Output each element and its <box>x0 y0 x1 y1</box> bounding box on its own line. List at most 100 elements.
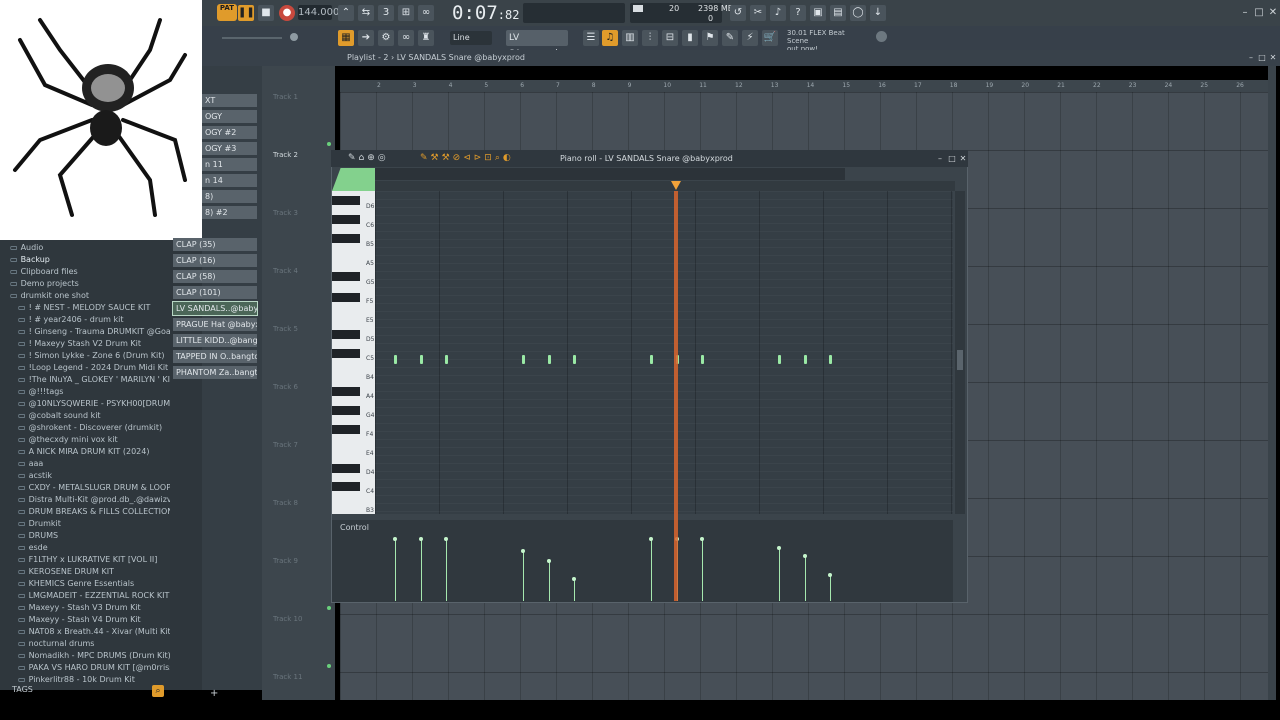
channel-button[interactable]: OGY #3 <box>202 142 257 155</box>
close-icon[interactable]: ✕ <box>1268 8 1278 18</box>
browser-subfolder[interactable]: ▭ Maxeyy - Stash V3 Drum Kit <box>18 602 141 614</box>
track-mute-led[interactable] <box>327 664 331 668</box>
black-key[interactable] <box>332 196 360 205</box>
download-icon[interactable]: ↓ <box>870 5 886 21</box>
velocity-bar[interactable] <box>702 539 704 601</box>
tags-label[interactable]: TAGS <box>12 685 33 694</box>
black-key[interactable] <box>332 406 360 415</box>
browser-subfolder[interactable]: ▭ DRUM BREAKS & FILLS COLLECTION <box>18 506 173 518</box>
touch-keyboard-icon[interactable]: ✎ <box>722 30 738 46</box>
midi-note[interactable] <box>522 355 526 364</box>
plugin-database-icon[interactable]: ⚑ <box>702 30 718 46</box>
countdown-icon[interactable]: 3 <box>378 5 394 21</box>
track-label[interactable]: Track 6 <box>273 383 298 391</box>
velocity-bar[interactable] <box>804 556 806 601</box>
velocity-bar[interactable] <box>574 579 576 601</box>
midi-note[interactable] <box>573 355 577 364</box>
track-label[interactable]: Track 3 <box>273 209 298 217</box>
black-key[interactable] <box>332 349 360 358</box>
track-label[interactable]: Track 11 <box>273 673 302 681</box>
browser-folder[interactable]: ▭ drumkit one shot <box>10 290 89 302</box>
track-label[interactable]: Track 5 <box>273 325 298 333</box>
velocity-bar[interactable] <box>523 551 525 601</box>
cut-icon[interactable]: ✂ <box>750 5 766 21</box>
browser-subfolder[interactable]: ▭ DRUMS <box>18 530 58 542</box>
arrow-right-icon[interactable]: ➔ <box>358 30 374 46</box>
channel-button[interactable]: n 14 <box>202 174 257 187</box>
black-key[interactable] <box>332 387 360 396</box>
browser-subfolder[interactable]: ▭ Nomadikh - MPC DRUMS (Drum Kit) <box>18 650 171 662</box>
browser-subfolder[interactable]: ▭ acstik <box>18 470 52 482</box>
velocity-bar[interactable] <box>395 539 397 601</box>
velocity-handle[interactable] <box>418 537 423 541</box>
snap-mode-select[interactable]: Line <box>450 31 492 45</box>
playhead[interactable] <box>674 191 678 601</box>
channel-button[interactable]: LITTLE KIDD..@bangtozzy <box>173 334 257 347</box>
midi-note[interactable] <box>778 355 782 364</box>
browser-subfolder[interactable]: ▭ KEROSENE DRUM KIT <box>18 566 114 578</box>
undo-icon[interactable]: ↺ <box>730 5 746 21</box>
piano-roll-grid[interactable] <box>375 191 953 514</box>
event-control-panel[interactable] <box>332 520 953 602</box>
browser-subfolder[interactable]: ▭ LMGMADEIT - EZZENTIAL ROCK KIT <box>18 590 169 602</box>
track-label[interactable]: Track 1 <box>273 93 298 101</box>
step-edit-icon[interactable]: ⊞ <box>398 5 414 21</box>
plugin-picker-icon[interactable]: ▮ <box>682 30 698 46</box>
browser-subfolder[interactable]: ▭ nocturnal drums <box>18 638 94 650</box>
song-position-display[interactable]: 0:07:82 <box>452 1 532 25</box>
velocity-bar[interactable] <box>548 561 550 601</box>
midi-note[interactable] <box>547 355 551 364</box>
track-label[interactable]: Track 2 <box>273 151 298 159</box>
browser-subfolder[interactable]: ▭! Ginseng - Trauma DRUMKIT @Goat_Kits <box>18 326 193 338</box>
maximize-icon[interactable]: □ <box>1254 8 1264 18</box>
browser-subfolder[interactable]: ▭ @thecxdy mini vox kit <box>18 434 118 446</box>
channel-button[interactable]: TAPPED IN O..bangtozzy <box>173 350 257 363</box>
wait-input-icon[interactable]: ⇆ <box>358 5 374 21</box>
midi-note[interactable] <box>803 355 807 364</box>
pr-minimize-icon[interactable]: – <box>935 154 945 164</box>
channel-button[interactable]: LV SANDALS..@babyxprod <box>172 301 258 316</box>
track-label[interactable]: Track 8 <box>273 499 298 507</box>
browser-folder[interactable]: ▭ Backup <box>10 254 50 266</box>
track-label[interactable]: Track 10 <box>273 615 302 623</box>
pattern-song-toggle[interactable]: PAT <box>217 4 237 21</box>
browser-subfolder[interactable]: ▭ PAKA VS HARO DRUM KIT [@m0rriss.lg] <box>18 662 186 674</box>
browser-folder[interactable]: ▭ Clipboard files <box>10 266 78 278</box>
playlist-icon[interactable]: ☰ <box>583 30 599 46</box>
browser-subfolder[interactable]: ▭ @10NLYSQWERIE - PSYKH00[DRUM KIT] <box>18 398 188 410</box>
playlist-scrollbar[interactable] <box>1268 66 1276 700</box>
playlist-minimize-icon[interactable]: – <box>1246 53 1256 63</box>
browser-subfolder[interactable]: ▭ @!!!tags <box>18 386 63 398</box>
browser-subfolder[interactable]: ▭! # year2406 - drum kit <box>18 314 124 326</box>
search-icon[interactable]: ⌕ <box>152 685 164 697</box>
black-key[interactable] <box>332 464 360 473</box>
channel-button[interactable]: XT <box>202 94 257 107</box>
browser-subfolder[interactable]: ▭! Maxeyy Stash V2 Drum Kit <box>18 338 141 350</box>
add-channel-icon[interactable]: + <box>210 688 218 699</box>
black-key[interactable] <box>332 425 360 434</box>
pause-icon[interactable]: ❚❚ <box>238 5 255 21</box>
online-status-icon[interactable] <box>876 31 887 42</box>
channel-button[interactable]: CLAP (101) <box>173 286 257 299</box>
piano-roll-timeline[interactable] <box>375 181 955 191</box>
browser-subfolder[interactable]: ▭ !The INuYA _ GLOKEY ' MARILYN ' KIT <box>18 374 175 386</box>
channel-button[interactable]: n 11 <box>202 158 257 171</box>
metronome-icon[interactable]: ⌃ <box>338 5 354 21</box>
velocity-bar[interactable] <box>446 539 448 601</box>
browser-subfolder[interactable]: ▭ @cobalt sound kit <box>18 410 101 422</box>
microphone-icon[interactable]: ♪ <box>770 5 786 21</box>
pr-maximize-icon[interactable]: □ <box>947 154 957 164</box>
channel-button[interactable]: PRAGUE Hat @babyxprod <box>173 318 257 331</box>
browser-subfolder[interactable]: ▭ NAT08 x Breath.44 - Xivar (Multi Kit) <box>18 626 174 638</box>
browser-subfolder[interactable]: ▭ KHEMICS Genre Essentials <box>18 578 134 590</box>
piano-roll-icon[interactable]: ♫ <box>602 30 618 46</box>
track-label[interactable]: Track 9 <box>273 557 298 565</box>
velocity-bar[interactable] <box>779 548 781 601</box>
browser-subfolder[interactable]: ▭! # NEST - MELODY SAUCE KIT <box>18 302 150 314</box>
master-pitch-knob[interactable] <box>290 33 298 41</box>
track-mute-led[interactable] <box>327 606 331 610</box>
channel-button[interactable]: CLAP (16) <box>173 254 257 267</box>
black-key[interactable] <box>332 293 360 302</box>
mixer-icon[interactable]: ⫶ <box>642 30 658 46</box>
browser-subfolder[interactable]: ▭! Simon Lykke - Zone 6 (Drum Kit) <box>18 350 165 362</box>
